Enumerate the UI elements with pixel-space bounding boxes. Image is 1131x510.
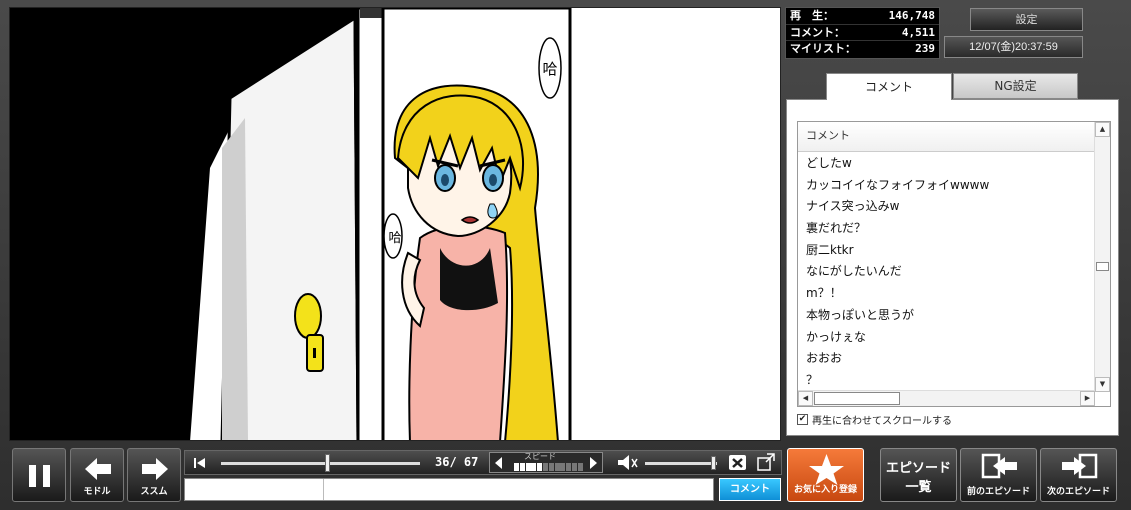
datetime-display: 12/07(金)20:37:59 bbox=[944, 36, 1083, 58]
next-episode-label: 次のエピソード bbox=[1046, 487, 1110, 497]
speed-level-bar bbox=[525, 463, 531, 471]
comment-row[interactable]: なにがしたいんだ bbox=[798, 261, 1095, 283]
speaker-icon[interactable] bbox=[615, 451, 639, 474]
prev-episode-button[interactable]: 前のエピソード bbox=[960, 448, 1037, 502]
arrow-left-small-icon[interactable] bbox=[492, 453, 506, 472]
episode-list-label-1: エピソード bbox=[885, 461, 951, 476]
settings-button[interactable]: 設定 bbox=[970, 8, 1083, 31]
seek-thumb[interactable] bbox=[324, 454, 330, 472]
manga-player: 哈 哈 再 生： 146,748 コメント： 4,511 マイリスト： 239 … bbox=[0, 0, 1131, 510]
speed-level-bar bbox=[548, 463, 554, 471]
vertical-scroll-thumb[interactable] bbox=[1096, 262, 1109, 271]
star-icon bbox=[809, 454, 844, 485]
prev-episode-label: 前のエピソード bbox=[966, 487, 1030, 497]
comment-off-icon[interactable] bbox=[727, 451, 749, 474]
arrow-right-icon bbox=[142, 458, 168, 480]
manga-page-illustration: 哈 哈 bbox=[10, 8, 780, 440]
views-row: 再 生： 146,748 bbox=[786, 8, 939, 25]
vertical-scrollbar[interactable]: ▲ ▼ bbox=[1094, 122, 1110, 392]
comment-row[interactable]: ？ bbox=[798, 370, 1095, 392]
speed-level-bar bbox=[531, 463, 537, 471]
back-button[interactable]: モドル bbox=[70, 448, 124, 502]
pause-button[interactable] bbox=[12, 448, 66, 502]
scroll-left-icon[interactable]: ◀ bbox=[798, 391, 813, 406]
speed-level-bar bbox=[543, 463, 548, 471]
comment-input-area bbox=[184, 478, 714, 501]
mylist-label: マイリスト： bbox=[790, 42, 856, 56]
sfx-mid: 哈 bbox=[388, 231, 401, 246]
favorite-label: お気に入り登録 bbox=[793, 485, 857, 495]
speed-level-bar bbox=[566, 463, 572, 471]
comment-input[interactable] bbox=[323, 479, 711, 500]
comment-row[interactable]: かっけぇな bbox=[798, 327, 1095, 349]
speed-level-bar bbox=[519, 463, 525, 471]
prev-episode-icon bbox=[981, 453, 1017, 479]
forward-label: ススム bbox=[140, 487, 168, 497]
next-episode-icon bbox=[1062, 453, 1098, 479]
speed-level-bar bbox=[572, 463, 577, 471]
comment-panel: コメント どしたw カッコイイなフォイフォイwwww ナイス突っ込みw 裏だれだ？ 厨二… bbox=[786, 99, 1119, 436]
mylist-count: 239 bbox=[915, 42, 935, 56]
comment-row[interactable]: どしたw bbox=[798, 153, 1095, 175]
arrow-right-small-icon[interactable] bbox=[586, 453, 600, 472]
speed-level-bar bbox=[514, 463, 519, 471]
arrow-left-icon bbox=[85, 458, 111, 480]
episode-list-label-2: 一覧 bbox=[905, 480, 932, 495]
speed-level-bar bbox=[560, 463, 566, 471]
comment-row[interactable]: 厨二ktkr bbox=[798, 240, 1095, 262]
comments-row: コメント： 4,511 bbox=[786, 25, 939, 42]
horizontal-scroll-thumb[interactable] bbox=[814, 392, 900, 405]
comment-row[interactable]: 本物っぽいと思うが bbox=[798, 305, 1095, 327]
tab-ng-settings[interactable]: NG設定 bbox=[953, 73, 1078, 99]
autoscroll-checkbox[interactable]: ✔ bbox=[797, 414, 808, 425]
comment-list-header[interactable]: コメント bbox=[798, 122, 1095, 152]
scroll-right-icon[interactable]: ▶ bbox=[1080, 391, 1095, 406]
speed-level-bar bbox=[554, 463, 560, 471]
comment-row[interactable]: 裏だれだ？ bbox=[798, 218, 1095, 240]
page-counter: 36/ 67 bbox=[435, 455, 479, 469]
autoscroll-label: 再生に合わせてスクロールする bbox=[812, 416, 952, 427]
tab-comment[interactable]: コメント bbox=[826, 73, 952, 100]
next-episode-button[interactable]: 次のエピソード bbox=[1040, 448, 1117, 502]
comment-row[interactable]: ナイス突っ込みw bbox=[798, 196, 1095, 218]
comment-row[interactable]: m？！ bbox=[798, 283, 1095, 305]
manga-viewer[interactable]: 哈 哈 bbox=[9, 7, 781, 441]
comment-submit-button[interactable]: コメント bbox=[719, 478, 781, 501]
speed-control: スピード bbox=[489, 452, 603, 473]
autoscroll-option[interactable]: ✔ 再生に合わせてスクロールする bbox=[797, 412, 952, 427]
stats-panel: 再 生： 146,748 コメント： 4,511 マイリスト： 239 bbox=[785, 7, 940, 59]
views-count: 146,748 bbox=[888, 9, 935, 22]
comment-list[interactable]: コメント どしたw カッコイイなフォイフォイwwww ナイス突っ込みw 裏だれだ？ 厨二… bbox=[797, 121, 1111, 407]
volume-thumb[interactable] bbox=[711, 456, 717, 470]
sfx-top: 哈 bbox=[542, 60, 557, 78]
fullscreen-icon[interactable] bbox=[755, 451, 777, 474]
speed-level-bar bbox=[537, 463, 543, 471]
skip-start-icon[interactable] bbox=[191, 451, 211, 474]
forward-button[interactable]: ススム bbox=[127, 448, 181, 502]
mylist-row: マイリスト： 239 bbox=[786, 41, 939, 58]
comments-label: コメント： bbox=[790, 25, 845, 39]
horizontal-scrollbar[interactable]: ◀ ▶ bbox=[798, 390, 1095, 406]
speed-level-bar bbox=[577, 463, 583, 471]
comment-row[interactable]: カッコイイなフォイフォイwwww bbox=[798, 175, 1095, 197]
seek-track[interactable] bbox=[221, 462, 420, 465]
pause-icon bbox=[29, 465, 50, 487]
speed-label: スピード bbox=[524, 452, 556, 461]
seek-bar: 36/ 67 スピード bbox=[184, 450, 782, 475]
views-label: 再 生： bbox=[790, 9, 834, 22]
volume-slider[interactable] bbox=[645, 462, 717, 465]
comment-rows: どしたw カッコイイなフォイフォイwwww ナイス突っ込みw 裏だれだ？ 厨二ktkr な… bbox=[798, 153, 1095, 392]
episode-list-button[interactable]: エピソード 一覧 bbox=[880, 448, 957, 502]
scroll-down-icon[interactable]: ▼ bbox=[1095, 377, 1110, 392]
comments-count: 4,511 bbox=[901, 25, 935, 39]
scroll-up-icon[interactable]: ▲ bbox=[1095, 122, 1110, 137]
back-label: モドル bbox=[83, 487, 111, 497]
favorite-button[interactable]: お気に入り登録 bbox=[787, 448, 864, 502]
comment-row[interactable]: おおお bbox=[798, 348, 1095, 370]
